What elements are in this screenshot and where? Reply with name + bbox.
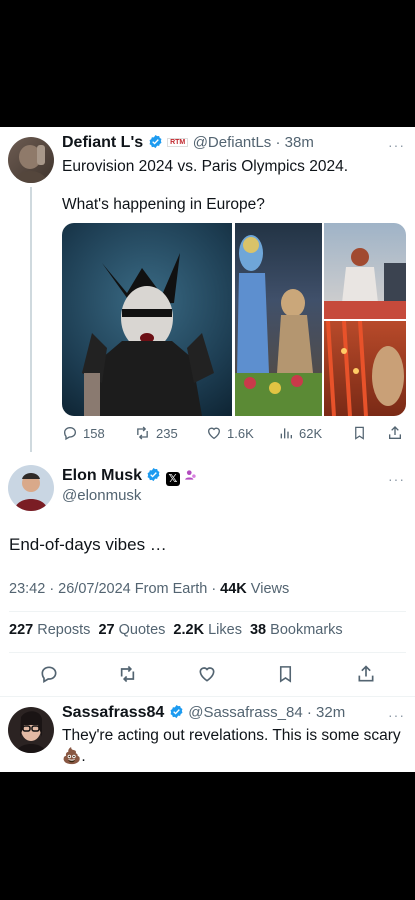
repost-button[interactable] <box>117 664 138 684</box>
repost-button[interactable]: 235 <box>134 425 178 441</box>
author-name-row: Elon Musk 𝕏 <box>62 467 198 486</box>
avatar[interactable] <box>8 137 54 183</box>
avatar[interactable] <box>8 707 54 753</box>
share-button[interactable] <box>387 425 403 441</box>
quotes-link[interactable]: 27 Quotes <box>98 622 165 638</box>
tweet-actions: 158 235 1.6K 62K <box>62 425 407 445</box>
repost-icon <box>120 665 135 683</box>
bookmark-icon <box>355 426 364 440</box>
tweet-text: They're acting out revelations. This is … <box>62 727 401 744</box>
bookmarks-link[interactable]: 38 Bookmarks <box>250 622 343 638</box>
heart-icon <box>207 427 221 440</box>
handle[interactable]: @elonmusk <box>62 487 141 504</box>
tweet-sassafrass[interactable]: Sassafrass84 @Sassafrass_84 · 32m ··· Th… <box>0 697 415 772</box>
heart-icon <box>199 667 215 682</box>
tweet-actions <box>0 664 415 688</box>
like-count: 1.6K <box>227 425 254 441</box>
verified-badge-icon <box>148 467 160 482</box>
repost-count: 235 <box>156 425 178 441</box>
analytics-icon <box>280 428 292 439</box>
avatar[interactable] <box>8 465 54 511</box>
affiliate-badge: RTM <box>167 138 189 147</box>
verified-badge-icon <box>170 704 183 719</box>
bookmark-button[interactable] <box>352 425 367 441</box>
media-image-2[interactable] <box>235 223 322 416</box>
more-options-icon[interactable]: ··· <box>388 707 405 723</box>
timeline-panel: Defiant L's RTM @DefiantLs · 38m ··· Eur… <box>0 127 415 772</box>
media-image-4[interactable] <box>324 320 406 416</box>
views-button[interactable]: 62K <box>278 425 322 441</box>
display-name[interactable]: Sassafrass84 <box>62 704 164 721</box>
display-name[interactable]: Elon Musk <box>62 467 142 484</box>
media-image-3[interactable] <box>324 223 406 319</box>
more-options-icon[interactable]: ··· <box>388 137 405 153</box>
share-button[interactable] <box>356 664 376 684</box>
reply-button[interactable] <box>39 664 59 684</box>
repost-icon <box>137 426 148 440</box>
x-logo-icon: 𝕏 <box>165 472 180 486</box>
tweet-meta: 23:42 · 26/07/2024 From Earth · 44K View… <box>9 581 289 597</box>
like-button[interactable] <box>197 664 217 684</box>
display-name[interactable]: Defiant L's <box>62 134 143 151</box>
user-group-icon <box>185 470 197 480</box>
media-image-1[interactable] <box>62 223 232 416</box>
more-options-icon[interactable]: ··· <box>388 471 405 487</box>
tweet-defiant[interactable]: Defiant L's RTM @DefiantLs · 38m ··· Eur… <box>0 127 415 459</box>
verified-badge-icon <box>149 134 162 149</box>
bookmark-button[interactable] <box>276 664 295 684</box>
like-button[interactable]: 1.6K <box>206 425 254 441</box>
media-grid[interactable] <box>62 223 406 416</box>
handle[interactable]: @DefiantLs <box>193 134 272 151</box>
reposts-link[interactable]: 227 Reposts <box>9 622 90 638</box>
tweet-text-emoji-line: 💩. <box>62 748 86 765</box>
tweet-text: End-of-days vibes … <box>9 535 167 554</box>
tweet-elon[interactable]: Elon Musk 𝕏 @elonmusk ··· End-of-days vi… <box>0 459 415 696</box>
view-count: 62K <box>299 425 323 441</box>
views-label: Views <box>246 581 290 597</box>
divider <box>9 611 406 612</box>
bookmark-icon <box>279 666 292 683</box>
timestamp[interactable]: 32m <box>316 704 345 721</box>
tweet-text-line1: Eurovision 2024 vs. Paris Olympics 2024. <box>62 158 349 175</box>
share-icon <box>358 665 374 682</box>
handle[interactable]: @Sassafrass_84 <box>188 704 302 721</box>
timestamp-source[interactable]: 23:42 · 26/07/2024 From Earth · <box>9 581 220 597</box>
view-count: 44K <box>220 581 247 597</box>
tweet-header: Defiant L's RTM @DefiantLs · 38m <box>62 134 314 151</box>
reply-icon <box>41 666 57 683</box>
reply-count: 158 <box>83 425 105 441</box>
thread-line <box>30 187 32 452</box>
tweet-text-line2: What's happening in Europe? <box>62 196 265 213</box>
likes-link[interactable]: 2.2K Likes <box>173 622 242 638</box>
reply-icon <box>63 426 77 441</box>
timestamp[interactable]: 38m <box>285 134 314 151</box>
reply-button[interactable]: 158 <box>62 425 105 441</box>
share-icon <box>389 426 401 439</box>
poop-emoji-icon: 💩 <box>62 748 82 765</box>
engagement-counts: 227 Reposts 27 Quotes 2.2K Likes 38 Book… <box>9 622 343 638</box>
divider <box>9 652 406 653</box>
tweet-header: Sassafrass84 @Sassafrass_84 · 32m <box>62 704 346 721</box>
